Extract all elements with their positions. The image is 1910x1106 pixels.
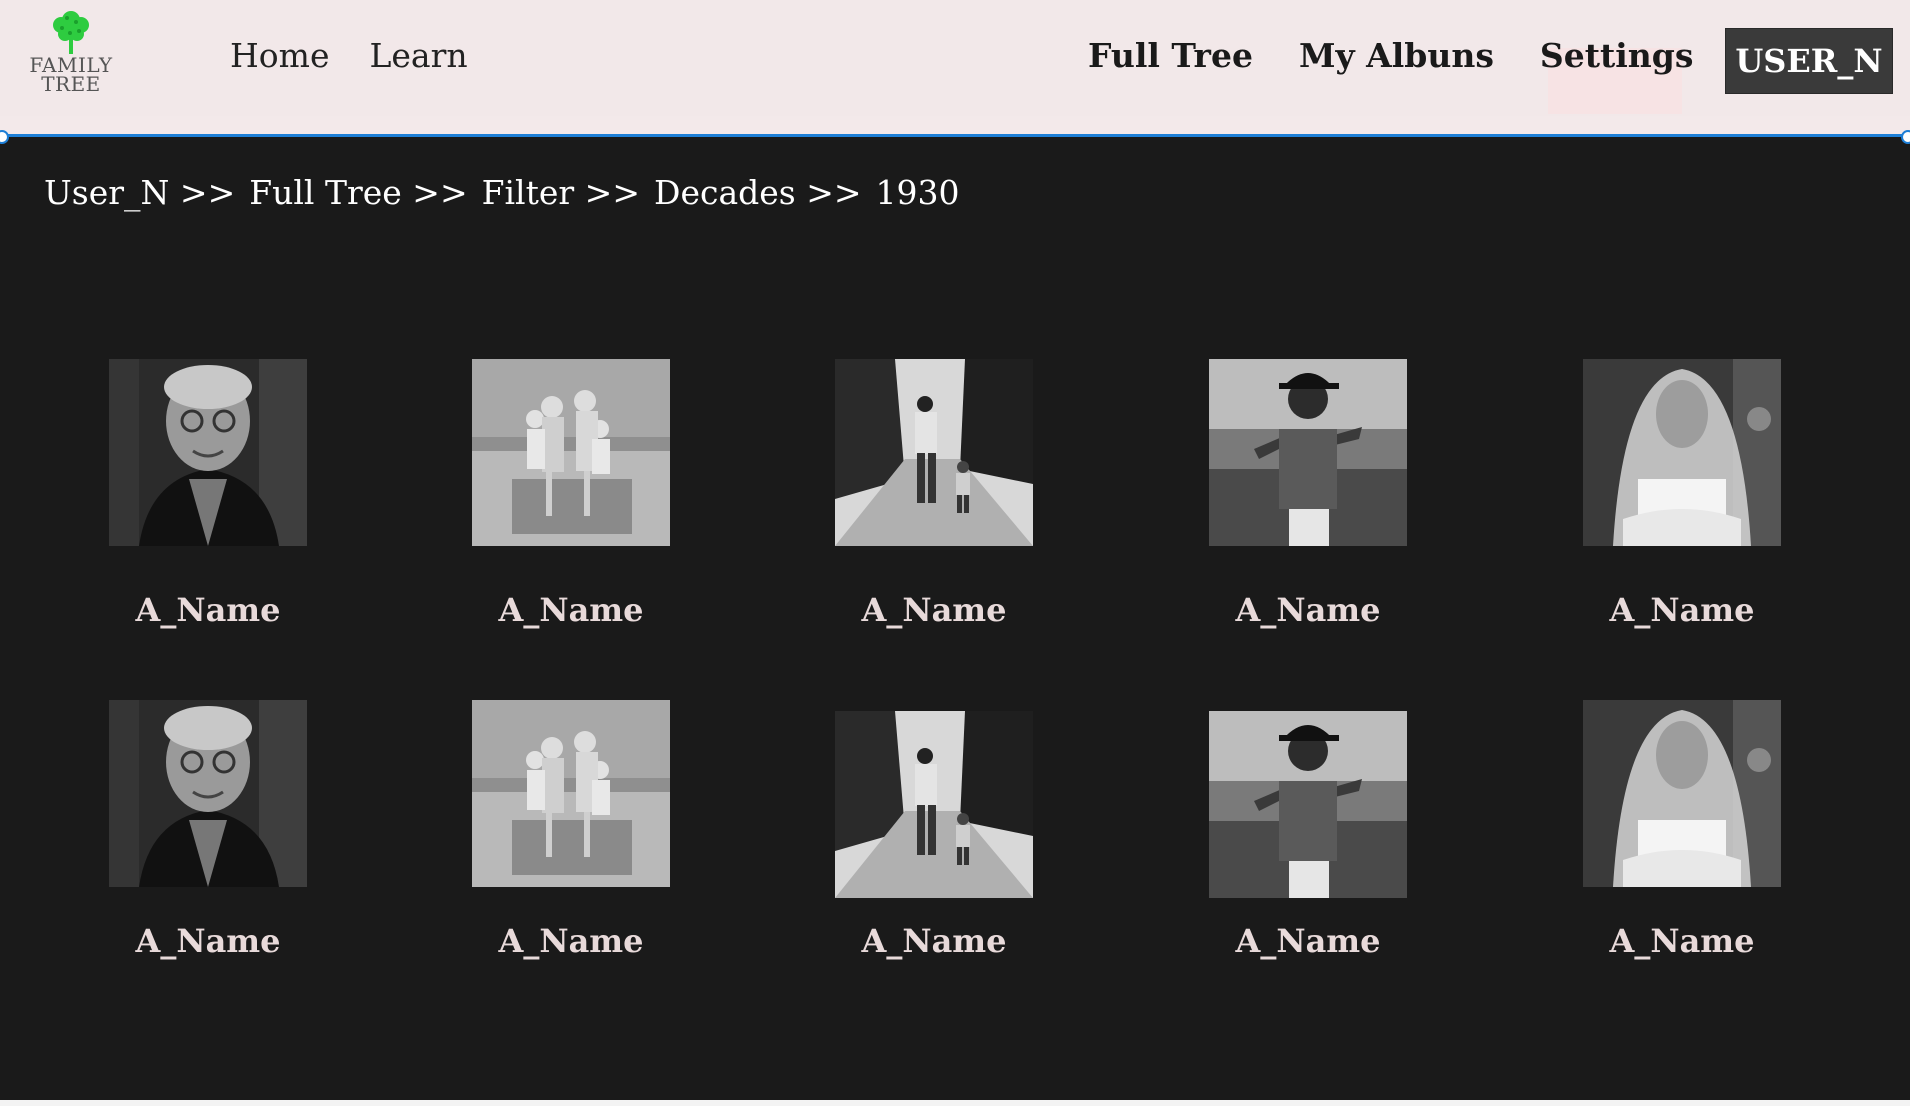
nav-my-albums[interactable]: My Albuns <box>1299 36 1494 75</box>
photo-family-beach[interactable] <box>472 700 670 887</box>
father-child-image <box>835 711 1033 898</box>
photo-elderly-woman[interactable] <box>109 700 307 887</box>
photo-father-child[interactable] <box>835 359 1033 546</box>
nav-full-tree[interactable]: Full Tree <box>1088 36 1253 75</box>
family-beach-image <box>472 359 670 546</box>
photo-boy-cap[interactable] <box>1209 359 1407 546</box>
photo-name-label[interactable]: A_Name <box>451 591 691 629</box>
photo-bride-veil[interactable] <box>1583 700 1781 887</box>
photo-grid: A_Name A_Name A_Name A_Name A_Name A_Nam… <box>0 137 1910 1104</box>
user-account-button[interactable]: USER_N <box>1725 28 1893 94</box>
photo-card[interactable]: A_Name <box>471 359 671 629</box>
photo-name-label[interactable]: A_Name <box>1188 922 1428 960</box>
photo-bride-veil[interactable] <box>1583 359 1781 546</box>
photo-card[interactable]: A_Name <box>834 711 1034 960</box>
secondary-nav: Full Tree My Albuns Settings <box>1088 36 1693 75</box>
photo-father-child[interactable] <box>835 711 1033 898</box>
photo-name-label[interactable]: A_Name <box>88 922 328 960</box>
logo-text-tree: TREE <box>41 72 101 96</box>
photo-card[interactable]: A_Name <box>108 359 308 629</box>
photo-name-label[interactable]: A_Name <box>1562 922 1802 960</box>
primary-nav: Home Learn <box>230 36 468 75</box>
photo-card[interactable]: A_Name <box>1208 359 1408 629</box>
photo-card[interactable]: A_Name <box>108 700 308 960</box>
gallery-panel: User_N >> Full Tree >> Filter >> Decades… <box>0 130 1910 1104</box>
photo-family-beach[interactable] <box>472 359 670 546</box>
bride-veil-image <box>1583 700 1781 887</box>
photo-card[interactable]: A_Name <box>1582 359 1782 629</box>
nav-settings[interactable]: Settings <box>1540 36 1694 75</box>
photo-name-label[interactable]: A_Name <box>814 591 1054 629</box>
photo-name-label[interactable]: A_Name <box>88 591 328 629</box>
boy-cap-image <box>1209 359 1407 546</box>
photo-name-label[interactable]: A_Name <box>1188 591 1428 629</box>
bottom-edge <box>0 1100 1910 1106</box>
family-tree-logo[interactable]: FAMILY TREE <box>26 8 116 108</box>
photo-name-label[interactable]: A_Name <box>451 922 691 960</box>
top-navbar: FAMILY TREE Home Learn Full Tree My Albu… <box>0 0 1910 116</box>
photo-name-label[interactable]: A_Name <box>1562 591 1802 629</box>
tree-icon <box>53 11 89 54</box>
elderly-woman-image <box>109 359 307 546</box>
boy-cap-image <box>1209 711 1407 898</box>
father-child-image <box>835 359 1033 546</box>
bride-veil-image <box>1583 359 1781 546</box>
photo-card[interactable]: A_Name <box>471 700 671 960</box>
photo-card[interactable]: A_Name <box>1208 711 1408 960</box>
photo-name-label[interactable]: A_Name <box>814 922 1054 960</box>
photo-elderly-woman[interactable] <box>109 359 307 546</box>
photo-boy-cap[interactable] <box>1209 711 1407 898</box>
photo-card[interactable]: A_Name <box>834 359 1034 629</box>
nav-home[interactable]: Home <box>230 36 329 75</box>
family-beach-image <box>472 700 670 887</box>
elderly-woman-image <box>109 700 307 887</box>
nav-learn[interactable]: Learn <box>369 36 467 75</box>
photo-card[interactable]: A_Name <box>1582 700 1782 960</box>
